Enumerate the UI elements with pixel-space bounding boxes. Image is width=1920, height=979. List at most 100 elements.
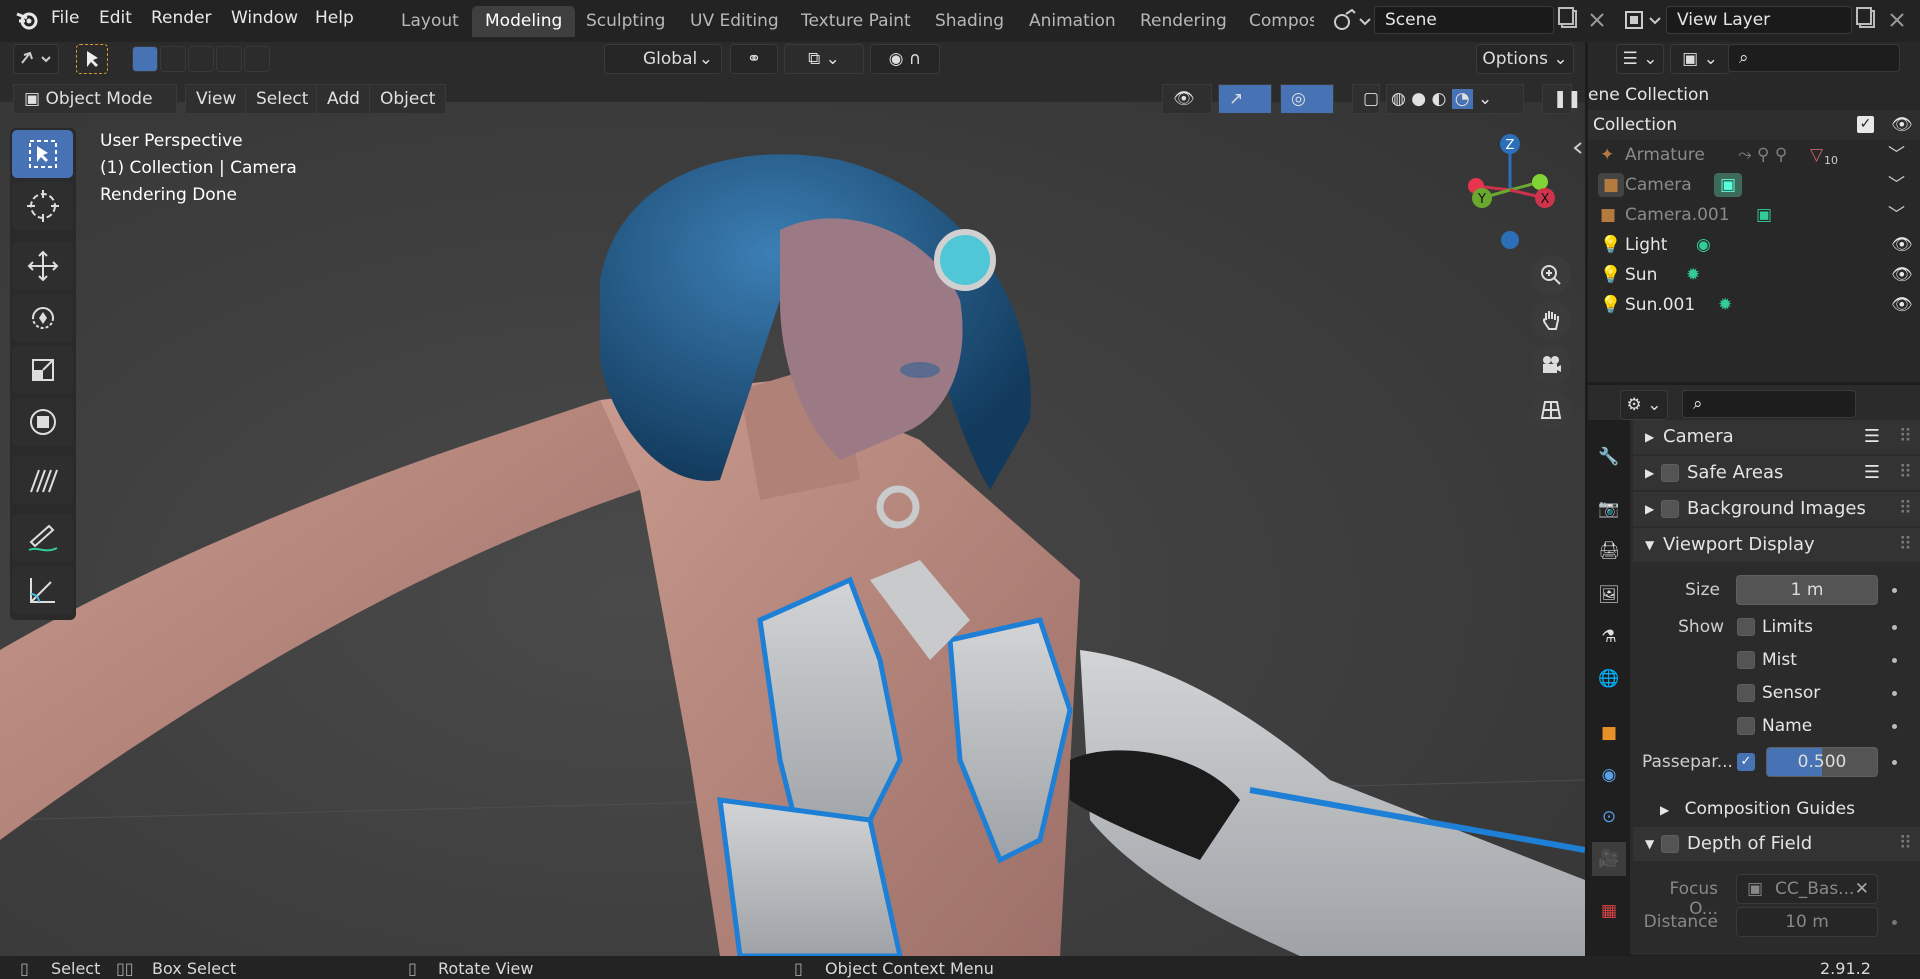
view-layer-field[interactable]: View Layer	[1666, 6, 1852, 34]
collection-row[interactable]: Collection ✓ 👁	[1588, 110, 1920, 140]
presets-icon[interactable]: ☰	[1864, 456, 1880, 490]
menu-object[interactable]: Object	[369, 84, 447, 114]
solid-shading-icon[interactable]: ●	[1411, 89, 1426, 109]
output-tab-icon[interactable]: 🖨	[1592, 534, 1626, 568]
menu-help[interactable]: Help	[315, 8, 354, 28]
draw-tool[interactable]	[12, 514, 73, 562]
proportional-edit-icon[interactable]: ◉ ∩	[870, 44, 940, 74]
pause-render-icon[interactable]: ❚❚	[1542, 84, 1582, 114]
tab-layout[interactable]: Layout	[388, 6, 472, 37]
select-mode-extend-icon[interactable]	[160, 46, 186, 72]
shading-mode-group[interactable]: ◍ ● ◐ ◔ ⌄	[1386, 84, 1524, 114]
new-view-layer-icon[interactable]	[1854, 6, 1880, 34]
menu-view[interactable]: View	[185, 84, 248, 114]
tab-rendering[interactable]: Rendering	[1127, 6, 1240, 37]
distance-field[interactable]: 10 m	[1736, 907, 1878, 937]
options-dropdown[interactable]: Options ⌄	[1476, 44, 1574, 74]
constraints-tab-icon[interactable]: ⊙	[1592, 800, 1626, 834]
rendered-shading-icon[interactable]: ◔	[1451, 89, 1473, 109]
transform-tool[interactable]	[12, 398, 73, 446]
drag-handle-icon[interactable]: ⠿	[1899, 492, 1912, 526]
background-images-checkbox[interactable]	[1661, 500, 1679, 518]
panel-depth-of-field[interactable]: ▼ Depth of Field ⠿	[1633, 827, 1920, 861]
tab-shading[interactable]: Shading	[922, 6, 1017, 37]
eye-icon[interactable]: 👁	[1891, 230, 1913, 260]
menu-window[interactable]: Window	[231, 8, 298, 28]
delete-view-layer-icon[interactable]	[1886, 8, 1908, 32]
mode-dropdown[interactable]: ▣ Object Mode ⌄	[13, 84, 177, 137]
measure-tool[interactable]	[12, 566, 73, 614]
world-tab-icon[interactable]: 🌐	[1592, 662, 1626, 696]
new-scene-icon[interactable]	[1556, 6, 1582, 34]
keyframe-dot-icon[interactable]	[1892, 760, 1897, 765]
tab-texture-paint[interactable]: Texture Paint	[788, 6, 924, 37]
hidden-icon[interactable]: ﹀	[1888, 140, 1905, 170]
panel-camera[interactable]: ▶ Camera ☰ ⠿	[1633, 420, 1920, 454]
hidden-icon[interactable]: ﹀	[1888, 200, 1905, 230]
show-mist-checkbox[interactable]	[1737, 651, 1755, 669]
sidebar-toggle-icon[interactable]	[1572, 140, 1584, 156]
texture-tab-icon[interactable]: ▦	[1592, 894, 1626, 928]
scene-tab-icon[interactable]: ⚗	[1592, 620, 1626, 654]
physics-tab-icon[interactable]: ◉	[1592, 758, 1626, 792]
select-mode-subtract-icon[interactable]	[188, 46, 214, 72]
menu-edit[interactable]: Edit	[99, 8, 132, 28]
menu-select[interactable]: Select	[245, 84, 320, 114]
scale-tool[interactable]	[12, 346, 73, 394]
focus-object-field[interactable]: ▣ CC_Bas... ✕	[1736, 874, 1878, 904]
editor-type-button[interactable]	[13, 44, 59, 74]
navigation-gizmo[interactable]: Z Y X	[1460, 130, 1570, 250]
snap-icon[interactable]: ⧉ ⌄	[784, 44, 864, 74]
annotate-tool[interactable]	[12, 456, 73, 504]
object-tab-icon[interactable]: ■	[1592, 716, 1626, 750]
ortho-grid-icon[interactable]	[1531, 390, 1571, 430]
eye-icon[interactable]: 👁	[1891, 260, 1913, 290]
material-preview-icon[interactable]: ◐	[1432, 89, 1447, 109]
zoom-icon[interactable]	[1531, 255, 1571, 295]
view-layer-selector-icon[interactable]	[1622, 8, 1664, 34]
panel-safe-areas[interactable]: ▶ Safe Areas ☰ ⠿	[1633, 456, 1920, 490]
select-mode-new-icon[interactable]	[132, 46, 158, 72]
outliner-item-sun[interactable]: 💡 Sun ✹ 👁	[1588, 260, 1920, 290]
presets-icon[interactable]: ☰	[1864, 420, 1880, 454]
pan-hand-icon[interactable]	[1531, 300, 1571, 340]
show-name-checkbox[interactable]	[1737, 717, 1755, 735]
move-tool[interactable]	[12, 242, 73, 290]
keyframe-dot-icon[interactable]	[1892, 658, 1897, 663]
delete-scene-icon[interactable]	[1586, 8, 1608, 32]
show-sensor-checkbox[interactable]	[1737, 684, 1755, 702]
select-mode-intersect-icon[interactable]	[244, 46, 270, 72]
drag-handle-icon[interactable]: ⠿	[1899, 456, 1912, 490]
select-tool-icon[interactable]	[76, 44, 108, 74]
view-layer-tab-icon[interactable]: 🖼	[1592, 578, 1626, 612]
passepartout-slider[interactable]: 0.500	[1766, 747, 1878, 777]
camera-data-tab-icon[interactable]: 🎥	[1592, 842, 1626, 876]
wireframe-shading-icon[interactable]: ◍	[1391, 89, 1406, 109]
outliner-item-camera-001[interactable]: ■ Camera.001 ▣ ﹀	[1588, 200, 1920, 230]
drag-handle-icon[interactable]: ⠿	[1899, 420, 1912, 454]
keyframe-dot-icon[interactable]	[1892, 625, 1897, 630]
eye-icon[interactable]: 👁	[1891, 110, 1913, 140]
tab-animation[interactable]: Animation	[1016, 6, 1129, 37]
eye-icon[interactable]: 👁	[1891, 290, 1913, 320]
gizmo-toggle-icon[interactable]: ↗	[1218, 84, 1272, 114]
scene-selector-icon[interactable]	[1332, 8, 1372, 34]
outliner-item-light[interactable]: 💡 Light ◉ 👁	[1588, 230, 1920, 260]
keyframe-dot-icon[interactable]	[1892, 724, 1897, 729]
keyframe-dot-icon[interactable]	[1892, 920, 1897, 925]
scene-collection-row[interactable]: ene Collection	[1588, 80, 1920, 110]
outliner-search-input[interactable]: ⌕	[1728, 44, 1900, 72]
rotate-tool[interactable]	[12, 294, 73, 342]
panel-viewport-display[interactable]: ▼ Viewport Display ⠿	[1633, 528, 1920, 562]
passepartout-checkbox[interactable]: ✓	[1737, 753, 1755, 771]
outliner-editor-type-icon[interactable]: ☰ ⌄	[1616, 44, 1664, 74]
size-field[interactable]: 1 m	[1736, 575, 1878, 605]
blender-logo-icon[interactable]	[15, 8, 39, 32]
keyframe-dot-icon[interactable]	[1892, 588, 1897, 593]
display-mode-icon[interactable]: ▣ ⌄	[1670, 44, 1730, 74]
tab-sculpting[interactable]: Sculpting	[573, 6, 678, 37]
outliner-item-sun-001[interactable]: 💡 Sun.001 ✹ 👁	[1588, 290, 1920, 320]
3d-viewport[interactable]	[0, 60, 1585, 956]
cursor-tool[interactable]	[12, 182, 73, 230]
xray-toggle-icon[interactable]: ▢	[1352, 84, 1380, 114]
